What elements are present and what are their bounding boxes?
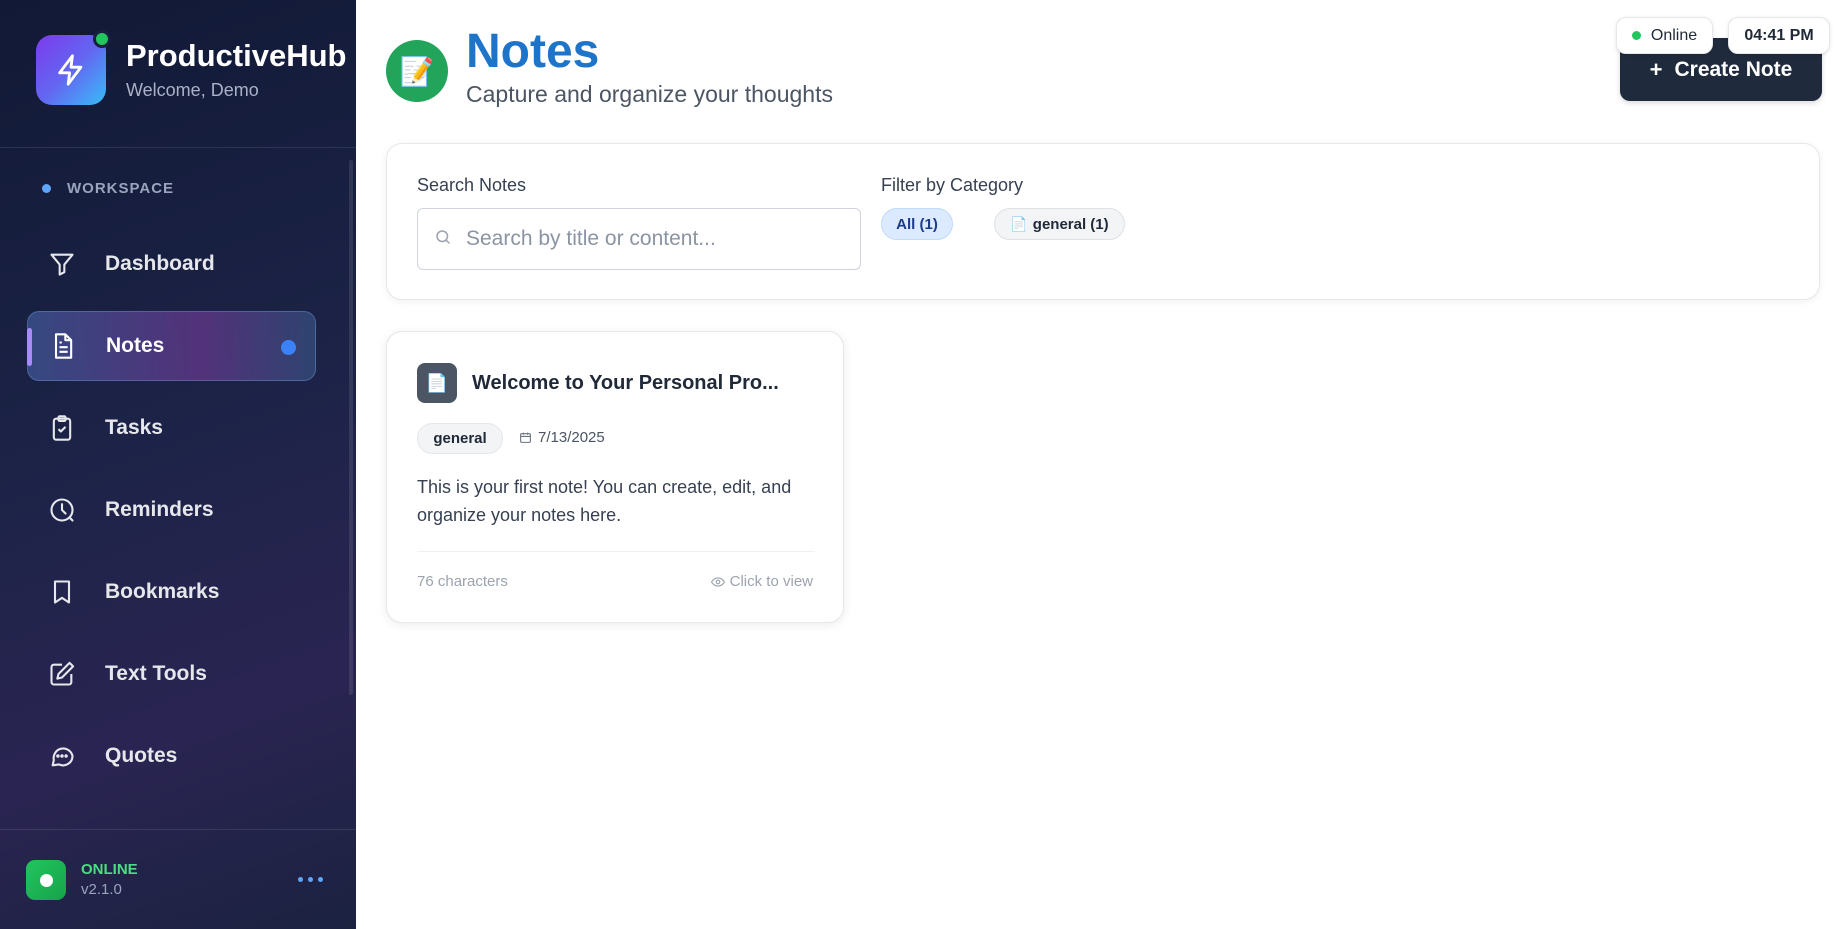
filter-icon	[46, 248, 78, 280]
sidebar-item-reminders[interactable]: Reminders	[27, 475, 316, 545]
lightning-logo-icon	[36, 30, 111, 105]
sidebar-item-label: Notes	[106, 334, 165, 357]
note-divider	[417, 551, 815, 552]
welcome-text: Welcome, Demo	[126, 79, 259, 100]
version-label: v2.1.0	[81, 881, 122, 898]
filter-chip-general[interactable]: 📄 general (1)	[994, 208, 1125, 240]
calendar-icon	[520, 432, 531, 443]
main-content: 📝 Notes Capture and organize your though…	[356, 0, 1841, 929]
edit-icon	[46, 658, 78, 690]
sidebar-item-bookmarks[interactable]: Bookmarks	[27, 557, 316, 627]
note-title: Welcome to Your Personal Pro...	[472, 372, 779, 394]
document-icon: 📄	[1010, 215, 1028, 232]
note-char-count: 76 characters	[417, 573, 508, 590]
active-dot	[281, 340, 296, 355]
online-dot-icon	[1631, 31, 1641, 40]
sidebar-item-label: Quotes	[105, 744, 178, 767]
document-icon: 📄	[417, 363, 457, 403]
category-filter-label: Filter by Category	[881, 175, 1024, 195]
search-field[interactable]	[417, 208, 861, 270]
sidebar-item-label: Dashboard	[105, 252, 215, 275]
note-card[interactable]: 📄 Welcome to Your Personal Pro... genera…	[386, 331, 844, 623]
plus-icon: +	[1649, 56, 1663, 82]
section-label: WORKSPACE	[42, 180, 174, 197]
sidebar-item-tasks[interactable]: Tasks	[27, 393, 316, 463]
sidebar-item-label: Reminders	[105, 498, 214, 521]
sidebar-item-dashboard[interactable]: Dashboard	[27, 229, 316, 299]
clipboard-check-icon	[46, 412, 78, 444]
online-status-pill: Online	[1616, 17, 1713, 54]
status-icon	[26, 860, 66, 900]
brand[interactable]: ProductiveHub Welcome, Demo	[36, 30, 347, 105]
eye-icon	[710, 576, 725, 587]
note-category-badge: general	[417, 423, 503, 454]
click-to-view-label: Click to view	[729, 573, 813, 590]
memo-icon: 📝	[386, 40, 448, 102]
sidebar-scrollbar[interactable]	[349, 160, 353, 695]
status-label: ONLINE	[81, 861, 138, 878]
search-input[interactable]	[466, 227, 846, 251]
clock-display: 04:41 PM	[1728, 17, 1830, 54]
online-indicator-dot	[93, 30, 111, 48]
chat-bubble-icon	[46, 740, 78, 772]
sidebar-item-text-tools[interactable]: Text Tools	[27, 639, 316, 709]
document-icon	[47, 330, 79, 362]
sidebar-divider	[0, 147, 356, 148]
sidebar: ProductiveHub Welcome, Demo WORKSPACE Da…	[0, 0, 356, 929]
click-to-view-link[interactable]: Click to view	[710, 573, 813, 590]
section-dot	[42, 184, 51, 193]
section-label-text: WORKSPACE	[67, 180, 175, 197]
filter-chip-label: general (1)	[1032, 215, 1109, 233]
online-status-label: Online	[1650, 26, 1698, 44]
sidebar-item-label: Text Tools	[105, 662, 207, 685]
sidebar-item-label: Tasks	[105, 416, 163, 439]
note-date: 7/13/2025	[519, 429, 605, 446]
sidebar-item-quotes[interactable]: Quotes	[27, 721, 316, 791]
note-preview: This is your first note! You can create,…	[417, 477, 792, 525]
active-indicator-bar	[27, 328, 32, 366]
search-label: Search Notes	[417, 175, 527, 195]
create-note-label: Create Note	[1674, 57, 1793, 81]
more-options-icon[interactable]	[298, 877, 323, 882]
page-title: Notes	[466, 25, 600, 78]
page-subtitle: Capture and organize your thoughts	[466, 81, 833, 107]
sidebar-item-label: Bookmarks	[105, 580, 220, 603]
brand-title: ProductiveHub	[126, 38, 347, 74]
sidebar-footer: ONLINE v2.1.0	[0, 829, 356, 929]
search-icon	[434, 228, 452, 251]
note-date-text: 7/13/2025	[538, 429, 605, 446]
filter-chip-all[interactable]: All (1)	[881, 208, 953, 240]
bookmark-icon	[46, 576, 78, 608]
sidebar-item-notes[interactable]: Notes	[27, 311, 316, 381]
filter-panel: Search Notes Filter by Category All (1) …	[386, 143, 1820, 300]
clock-icon	[46, 494, 78, 526]
